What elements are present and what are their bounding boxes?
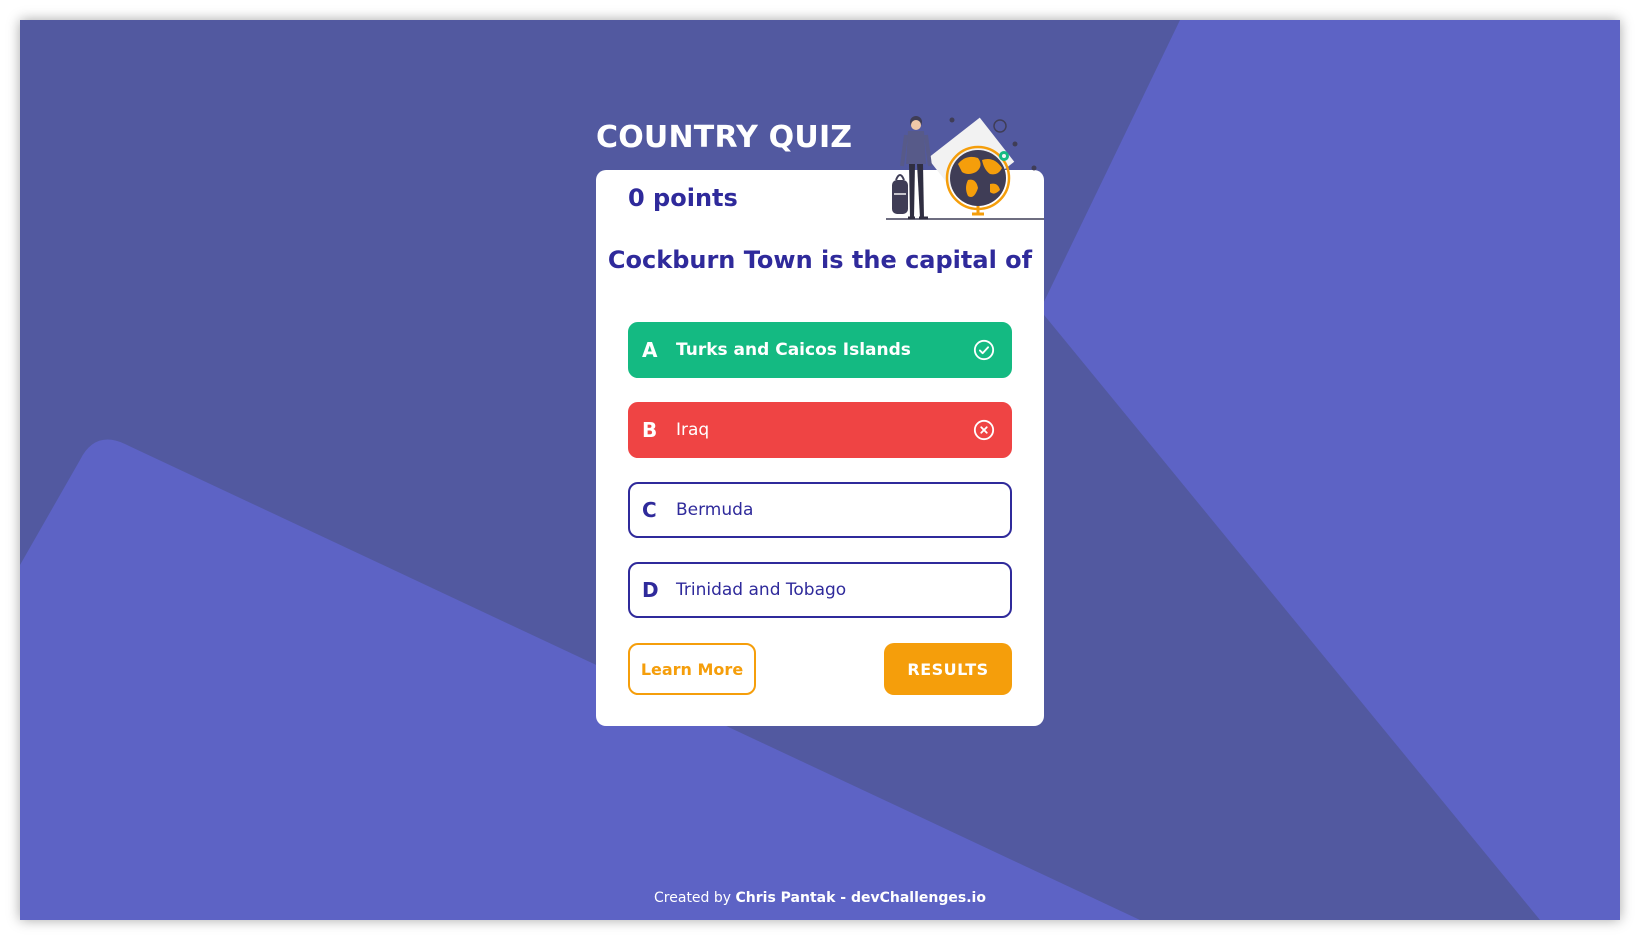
footer-credit: Created by Chris Pantak - devChallenges.… [20, 890, 1620, 906]
option-label: Trinidad and Tobago [676, 580, 847, 600]
question-text: Cockburn Town is the capital of [607, 246, 1033, 274]
option-label: Iraq [676, 420, 710, 440]
quiz-card: 0 points Cockburn Town is the capital of… [596, 116, 1044, 726]
x-circle-icon [972, 418, 996, 442]
page-title: COUNTRY QUIZ [596, 120, 853, 155]
answer-option-c[interactable]: C Bermuda [628, 482, 1012, 538]
option-label: Bermuda [676, 500, 754, 520]
option-letter: C [642, 498, 657, 522]
results-button[interactable]: RESULTS [884, 643, 1012, 695]
footer-prefix: Created by [654, 890, 732, 906]
option-letter: B [642, 418, 658, 442]
points-counter: 0 points [628, 184, 738, 212]
option-letter: A [642, 338, 658, 362]
answer-option-b[interactable]: B Iraq [628, 402, 1012, 458]
answer-option-d[interactable]: D Trinidad and Tobago [628, 562, 1012, 618]
answer-option-a[interactable]: A Turks and Caicos Islands [628, 322, 1012, 378]
option-letter: D [642, 578, 659, 602]
learn-more-button[interactable]: Learn More [628, 643, 756, 695]
traveler-globe-illustration [886, 116, 1044, 220]
quiz-page: COUNTRY QUIZ 0 points Cockburn Town is t… [20, 20, 1620, 920]
check-circle-icon [972, 338, 996, 362]
footer-author-link[interactable]: Chris Pantak - devChallenges.io [736, 890, 986, 906]
option-label: Turks and Caicos Islands [676, 340, 911, 360]
